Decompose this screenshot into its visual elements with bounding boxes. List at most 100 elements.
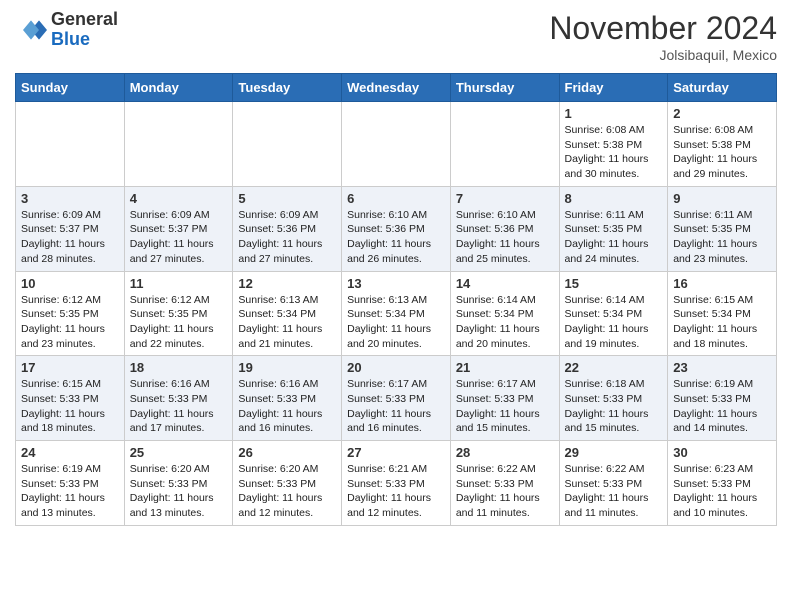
calendar-cell — [124, 102, 233, 187]
day-number: 19 — [238, 360, 336, 375]
calendar-cell: 18 Sunrise: 6:16 AM Sunset: 5:33 PM Dayli… — [124, 356, 233, 441]
day-info: Sunrise: 6:22 AM Sunset: 5:33 PM Dayligh… — [456, 462, 554, 521]
day-info: Sunrise: 6:20 AM Sunset: 5:33 PM Dayligh… — [238, 462, 336, 521]
calendar-cell: 17 Sunrise: 6:15 AM Sunset: 5:33 PM Dayli… — [16, 356, 125, 441]
day-info: Sunrise: 6:19 AM Sunset: 5:33 PM Dayligh… — [673, 377, 771, 436]
day-info: Sunrise: 6:19 AM Sunset: 5:33 PM Dayligh… — [21, 462, 119, 521]
calendar-cell: 9Sunrise: 6:11 AM Sunset: 5:35 PM Daylig… — [668, 186, 777, 271]
day-number: 29 — [565, 445, 663, 460]
day-number: 24 — [21, 445, 119, 460]
calendar-cell: 29 Sunrise: 6:22 AM Sunset: 5:33 PM Dayli… — [559, 441, 668, 526]
calendar-cell: 19 Sunrise: 6:16 AM Sunset: 5:33 PM Dayli… — [233, 356, 342, 441]
day-number: 12 — [238, 276, 336, 291]
day-info: Sunrise: 6:18 AM Sunset: 5:33 PM Dayligh… — [565, 377, 663, 436]
day-number: 9 — [673, 191, 771, 206]
calendar-cell: 28 Sunrise: 6:22 AM Sunset: 5:33 PM Dayli… — [450, 441, 559, 526]
day-info: Sunrise: 6:14 AM Sunset: 5:34 PM Dayligh… — [456, 293, 554, 352]
logo-icon — [15, 14, 47, 46]
calendar-week-4: 17 Sunrise: 6:15 AM Sunset: 5:33 PM Dayli… — [16, 356, 777, 441]
weekday-header-thursday: Thursday — [450, 74, 559, 102]
title-block: November 2024 Jolsibaquil, Mexico — [549, 10, 777, 63]
calendar-page: General Blue November 2024 Jolsibaquil, … — [0, 0, 792, 541]
calendar-cell: 20Sunrise: 6:17 AM Sunset: 5:33 PM Dayli… — [342, 356, 451, 441]
weekday-header-sunday: Sunday — [16, 74, 125, 102]
calendar-cell: 10 Sunrise: 6:12 AM Sunset: 5:35 PM Dayli… — [16, 271, 125, 356]
day-info: Sunrise: 6:22 AM Sunset: 5:33 PM Dayligh… — [565, 462, 663, 521]
day-number: 15 — [565, 276, 663, 291]
day-number: 18 — [130, 360, 228, 375]
day-info: Sunrise: 6:17 AM Sunset: 5:33 PM Dayligh… — [456, 377, 554, 436]
calendar-cell: 13Sunrise: 6:13 AM Sunset: 5:34 PM Dayli… — [342, 271, 451, 356]
day-info: Sunrise: 6:23 AM Sunset: 5:33 PM Dayligh… — [673, 462, 771, 521]
calendar-cell — [342, 102, 451, 187]
calendar-cell: 6Sunrise: 6:10 AM Sunset: 5:36 PM Daylig… — [342, 186, 451, 271]
day-number: 13 — [347, 276, 445, 291]
calendar-week-3: 10 Sunrise: 6:12 AM Sunset: 5:35 PM Dayli… — [16, 271, 777, 356]
day-number: 10 — [21, 276, 119, 291]
day-info: Sunrise: 6:12 AM Sunset: 5:35 PM Dayligh… — [130, 293, 228, 352]
calendar-cell: 27Sunrise: 6:21 AM Sunset: 5:33 PM Dayli… — [342, 441, 451, 526]
day-number: 6 — [347, 191, 445, 206]
calendar-cell: 7 Sunrise: 6:10 AM Sunset: 5:36 PM Daylig… — [450, 186, 559, 271]
calendar-cell: 24 Sunrise: 6:19 AM Sunset: 5:33 PM Dayli… — [16, 441, 125, 526]
day-info: Sunrise: 6:20 AM Sunset: 5:33 PM Dayligh… — [130, 462, 228, 521]
calendar-cell: 25 Sunrise: 6:20 AM Sunset: 5:33 PM Dayli… — [124, 441, 233, 526]
calendar-cell: 22 Sunrise: 6:18 AM Sunset: 5:33 PM Dayli… — [559, 356, 668, 441]
day-info: Sunrise: 6:12 AM Sunset: 5:35 PM Dayligh… — [21, 293, 119, 352]
location: Jolsibaquil, Mexico — [549, 47, 777, 63]
calendar-cell — [450, 102, 559, 187]
day-number: 14 — [456, 276, 554, 291]
weekday-header-row: SundayMondayTuesdayWednesdayThursdayFrid… — [16, 74, 777, 102]
calendar-cell: 15 Sunrise: 6:14 AM Sunset: 5:34 PM Dayli… — [559, 271, 668, 356]
calendar-cell: 4 Sunrise: 6:09 AM Sunset: 5:37 PM Daylig… — [124, 186, 233, 271]
calendar-cell: 1 Sunrise: 6:08 AM Sunset: 5:38 PM Daylig… — [559, 102, 668, 187]
day-info: Sunrise: 6:16 AM Sunset: 5:33 PM Dayligh… — [238, 377, 336, 436]
weekday-header-saturday: Saturday — [668, 74, 777, 102]
day-number: 1 — [565, 106, 663, 121]
day-number: 7 — [456, 191, 554, 206]
day-info: Sunrise: 6:11 AM Sunset: 5:35 PM Dayligh… — [565, 208, 663, 267]
day-info: Sunrise: 6:16 AM Sunset: 5:33 PM Dayligh… — [130, 377, 228, 436]
day-info: Sunrise: 6:14 AM Sunset: 5:34 PM Dayligh… — [565, 293, 663, 352]
logo-text: General Blue — [51, 10, 118, 50]
weekday-header-wednesday: Wednesday — [342, 74, 451, 102]
day-number: 5 — [238, 191, 336, 206]
day-info: Sunrise: 6:08 AM Sunset: 5:38 PM Dayligh… — [565, 123, 663, 182]
day-number: 22 — [565, 360, 663, 375]
day-number: 30 — [673, 445, 771, 460]
day-info: Sunrise: 6:15 AM Sunset: 5:33 PM Dayligh… — [21, 377, 119, 436]
day-info: Sunrise: 6:15 AM Sunset: 5:34 PM Dayligh… — [673, 293, 771, 352]
day-number: 17 — [21, 360, 119, 375]
month-title: November 2024 — [549, 10, 777, 47]
logo: General Blue — [15, 10, 118, 50]
calendar-cell: 12Sunrise: 6:13 AM Sunset: 5:34 PM Dayli… — [233, 271, 342, 356]
calendar-week-1: 1 Sunrise: 6:08 AM Sunset: 5:38 PM Daylig… — [16, 102, 777, 187]
calendar-cell: 16Sunrise: 6:15 AM Sunset: 5:34 PM Dayli… — [668, 271, 777, 356]
day-info: Sunrise: 6:09 AM Sunset: 5:36 PM Dayligh… — [238, 208, 336, 267]
calendar-cell — [233, 102, 342, 187]
calendar-cell: 5 Sunrise: 6:09 AM Sunset: 5:36 PM Daylig… — [233, 186, 342, 271]
day-info: Sunrise: 6:17 AM Sunset: 5:33 PM Dayligh… — [347, 377, 445, 436]
calendar-cell: 26 Sunrise: 6:20 AM Sunset: 5:33 PM Dayli… — [233, 441, 342, 526]
calendar-cell: 3 Sunrise: 6:09 AM Sunset: 5:37 PM Daylig… — [16, 186, 125, 271]
day-number: 25 — [130, 445, 228, 460]
day-number: 4 — [130, 191, 228, 206]
weekday-header-friday: Friday — [559, 74, 668, 102]
day-number: 26 — [238, 445, 336, 460]
day-info: Sunrise: 6:09 AM Sunset: 5:37 PM Dayligh… — [130, 208, 228, 267]
calendar-cell: 21 Sunrise: 6:17 AM Sunset: 5:33 PM Dayli… — [450, 356, 559, 441]
day-number: 28 — [456, 445, 554, 460]
calendar-cell: 14 Sunrise: 6:14 AM Sunset: 5:34 PM Dayli… — [450, 271, 559, 356]
day-info: Sunrise: 6:21 AM Sunset: 5:33 PM Dayligh… — [347, 462, 445, 521]
day-info: Sunrise: 6:09 AM Sunset: 5:37 PM Dayligh… — [21, 208, 119, 267]
calendar-week-5: 24 Sunrise: 6:19 AM Sunset: 5:33 PM Dayli… — [16, 441, 777, 526]
day-number: 21 — [456, 360, 554, 375]
day-number: 3 — [21, 191, 119, 206]
day-info: Sunrise: 6:10 AM Sunset: 5:36 PM Dayligh… — [456, 208, 554, 267]
day-info: Sunrise: 6:08 AM Sunset: 5:38 PM Dayligh… — [673, 123, 771, 182]
day-number: 23 — [673, 360, 771, 375]
weekday-header-tuesday: Tuesday — [233, 74, 342, 102]
calendar-cell: 23 Sunrise: 6:19 AM Sunset: 5:33 PM Dayli… — [668, 356, 777, 441]
calendar-cell — [16, 102, 125, 187]
day-number: 2 — [673, 106, 771, 121]
